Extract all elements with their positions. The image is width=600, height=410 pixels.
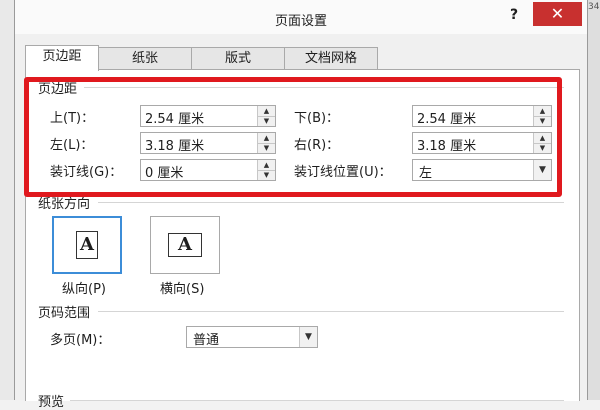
orientation-group-divider <box>98 202 564 203</box>
dialog-title: 页面设置 <box>274 14 327 29</box>
landscape-page-icon: A <box>168 233 202 257</box>
multiple-pages-label: 多页(M)： <box>50 333 111 348</box>
tab-margins[interactable]: 页边距 <box>25 45 99 71</box>
background-window-left <box>0 0 15 400</box>
portrait-button[interactable]: A <box>52 216 122 274</box>
portrait-label: 纵向(P) <box>62 282 106 297</box>
title-bar: 页面设置 ? ✕ <box>15 0 587 34</box>
multiple-pages-select[interactable]: 普通 ▼ <box>186 326 318 348</box>
chevron-down-icon[interactable]: ▼ <box>299 327 317 347</box>
pages-group-divider <box>98 311 564 312</box>
landscape-button[interactable]: A <box>150 216 220 274</box>
background-window-right: 34 <box>586 0 600 400</box>
tab-layout[interactable]: 版式 <box>191 47 285 70</box>
help-button[interactable]: ? <box>510 7 518 23</box>
multiple-pages-value: 普通 <box>193 333 220 348</box>
tab-paper[interactable]: 纸张 <box>98 47 192 70</box>
preview-group-title: 预览 <box>38 395 65 410</box>
pages-group-title: 页码范围 <box>38 306 91 321</box>
highlight-annotation <box>24 77 562 197</box>
background-window-text: 34 <box>588 2 600 12</box>
page-setup-dialog: 页面设置 ? ✕ 页边距 纸张 版式 文档网格 页边距 上(T)： 2.54 厘… <box>14 0 588 410</box>
tab-document-grid[interactable]: 文档网格 <box>284 47 378 70</box>
close-button[interactable]: ✕ <box>533 2 582 26</box>
portrait-page-icon: A <box>76 231 98 259</box>
close-icon: ✕ <box>550 4 565 23</box>
landscape-label: 横向(S) <box>160 282 205 297</box>
tab-strip: 页边距 纸张 版式 文档网格 <box>25 45 585 71</box>
preview-group-divider <box>70 400 564 401</box>
